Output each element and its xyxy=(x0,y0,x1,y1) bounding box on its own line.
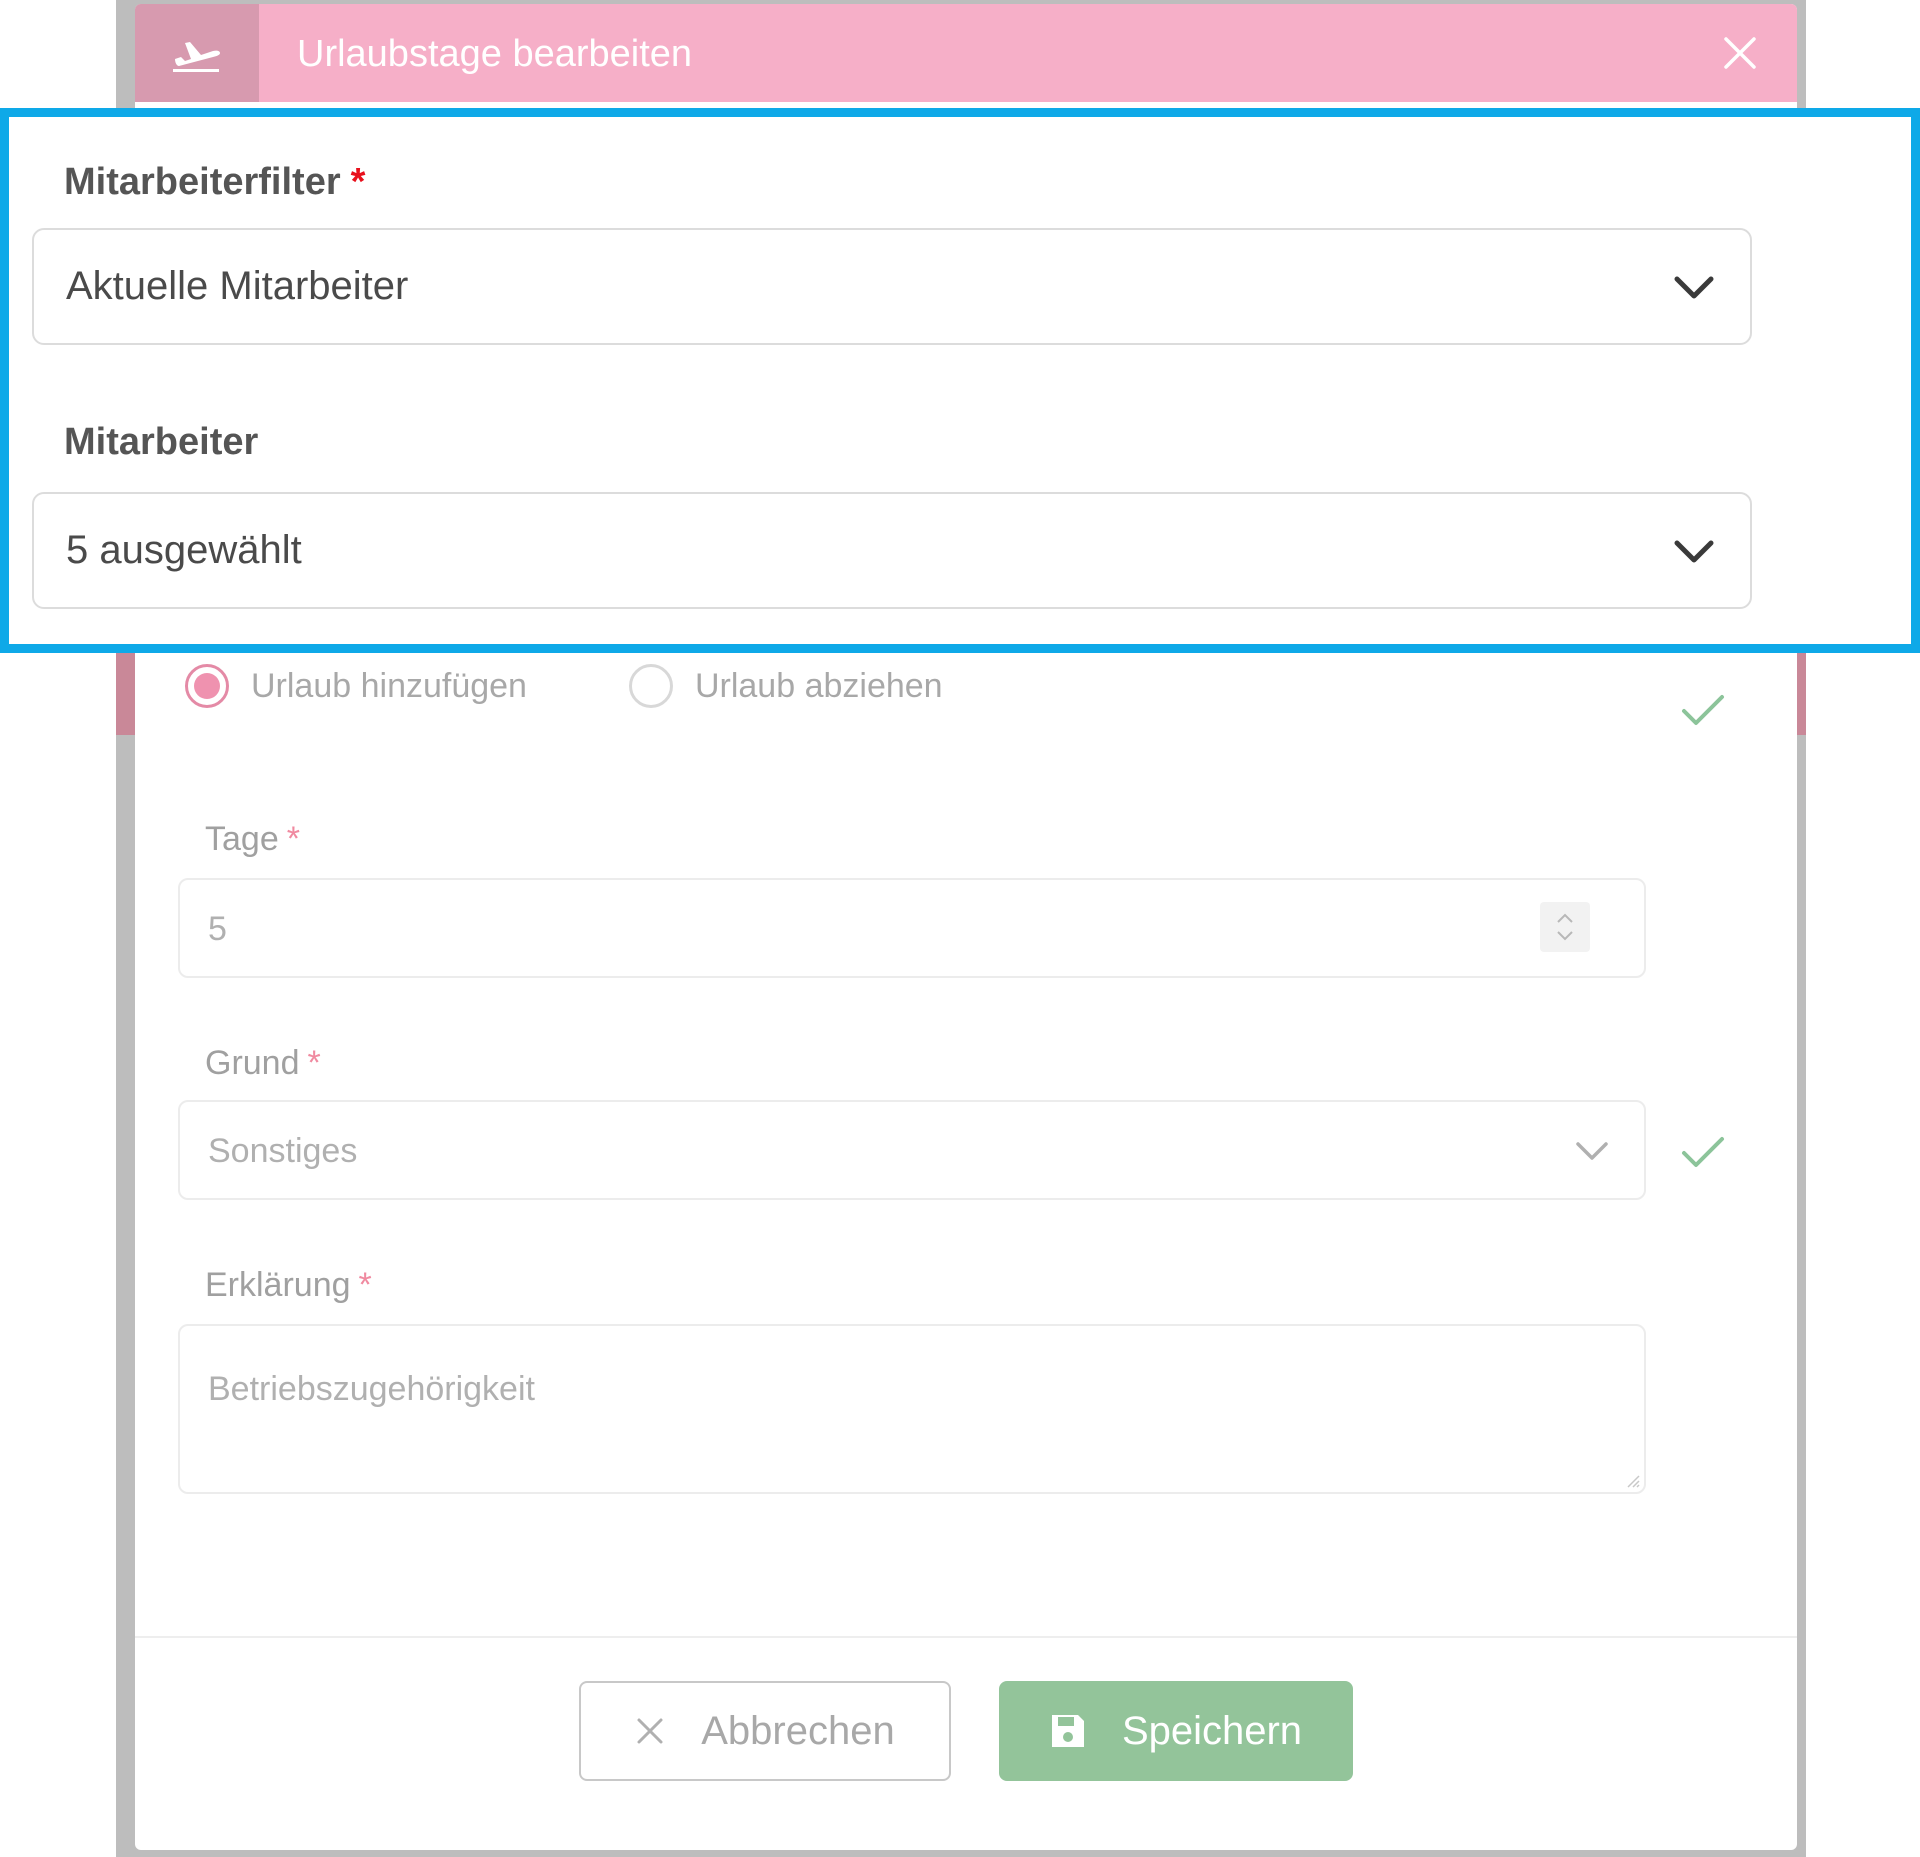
reason-select[interactable]: Sonstiges xyxy=(178,1100,1646,1200)
days-input[interactable]: 5 xyxy=(178,878,1646,978)
radio-add-vacation-label[interactable]: Urlaub hinzufügen xyxy=(251,667,527,706)
resize-handle-icon[interactable] xyxy=(1624,1472,1640,1488)
valid-check-icon xyxy=(1682,695,1724,725)
highlighted-employee-selection: Mitarbeiterfilter * Aktuelle Mitarbeiter … xyxy=(0,108,1920,653)
employee-filter-value: Aktuelle Mitarbeiter xyxy=(66,264,409,308)
explanation-textarea[interactable]: Betriebszugehörigkeit xyxy=(178,1324,1646,1494)
explanation-label: Erklärung * xyxy=(205,1266,372,1304)
days-label: Tage * xyxy=(205,820,300,858)
chevron-down-icon xyxy=(1576,1142,1608,1160)
reason-label: Grund * xyxy=(205,1044,321,1082)
employees-multiselect[interactable]: 5 ausgewählt xyxy=(32,492,1752,609)
explanation-value: Betriebszugehörigkeit xyxy=(208,1370,535,1408)
stepper-down-icon[interactable] xyxy=(1555,930,1575,942)
chevron-down-icon xyxy=(1674,276,1714,299)
save-disk-icon xyxy=(1051,1715,1084,1747)
save-button[interactable]: Speichern xyxy=(999,1681,1353,1781)
employee-filter-label: Mitarbeiterfilter * xyxy=(64,161,366,203)
employee-filter-select[interactable]: Aktuelle Mitarbeiter xyxy=(32,228,1752,345)
valid-check-icon xyxy=(1682,1137,1724,1167)
radio-subtract-vacation[interactable] xyxy=(628,664,673,708)
days-value: 5 xyxy=(208,910,227,948)
cancel-button[interactable]: Abbrechen xyxy=(579,1681,951,1781)
adjustment-type-radio-group: Urlaub hinzufügen Urlaub abziehen xyxy=(185,664,943,708)
cancel-button-label: Abbrechen xyxy=(701,1708,895,1753)
chevron-down-icon xyxy=(1674,540,1714,563)
employees-label: Mitarbeiter xyxy=(64,421,259,463)
close-icon xyxy=(637,1718,663,1744)
reason-value: Sonstiges xyxy=(208,1132,358,1170)
footer-divider xyxy=(135,1636,1797,1638)
days-stepper[interactable] xyxy=(1540,902,1590,952)
save-button-label: Speichern xyxy=(1121,1708,1303,1753)
employees-value: 5 ausgewählt xyxy=(66,528,302,572)
radio-subtract-vacation-label[interactable]: Urlaub abziehen xyxy=(695,667,943,706)
stepper-up-icon[interactable] xyxy=(1555,912,1575,924)
radio-add-vacation[interactable] xyxy=(185,664,229,708)
